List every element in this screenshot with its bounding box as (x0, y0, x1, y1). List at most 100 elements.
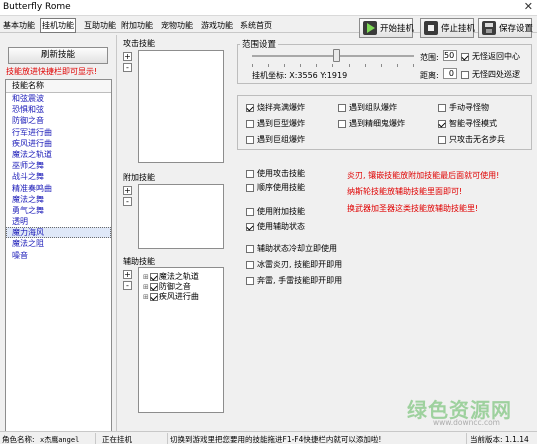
option-check[interactable]: 只攻击无名步兵 (438, 134, 505, 145)
skill-list-item[interactable]: 疾风进行曲 (6, 138, 111, 149)
distance-label: 距离: (420, 71, 439, 80)
skill-list-header: 技能名称 (6, 80, 111, 93)
save-settings-label: 保存设置 (499, 24, 534, 34)
attack-remove-button[interactable]: - (123, 63, 132, 72)
tab-basic[interactable]: 基本功能 (3, 20, 35, 31)
option-check[interactable]: 遇到巨型爆炸 (246, 118, 305, 129)
no-monster-patrol-check[interactable]: 无怪四处巡逻 (461, 69, 520, 80)
slider-tick (268, 64, 270, 67)
checkbox[interactable] (246, 119, 254, 128)
expand-icon[interactable]: ⊞ (143, 273, 149, 281)
checkbox[interactable] (149, 272, 158, 281)
skill-list-item[interactable]: 魔法之舞 (6, 194, 111, 205)
assist-skills-label: 辅助技能 (123, 257, 155, 266)
use-assist-state-label: 使用辅助状态 (257, 222, 305, 231)
skill-list-item[interactable]: 和弦震波 (6, 93, 111, 104)
option-check[interactable]: 智能寻怪模式 (438, 118, 497, 129)
use-assist-state-check[interactable]: 使用辅助状态 (246, 221, 305, 232)
checkbox[interactable] (338, 103, 346, 112)
range-value[interactable]: 50 (443, 50, 457, 61)
watermark: 绿色资源网 www.downcc.com (405, 392, 515, 432)
tab-home[interactable]: 系统首页 (240, 20, 272, 31)
slider-thumb[interactable] (332, 49, 340, 62)
extra-skills-list[interactable] (138, 184, 224, 249)
skill-list-item[interactable]: 巫师之舞 (6, 160, 111, 171)
checkbox[interactable] (246, 276, 254, 285)
assist-remove-button[interactable]: - (123, 281, 132, 290)
checkbox[interactable] (246, 222, 254, 231)
checkbox[interactable] (246, 183, 254, 192)
skill-list[interactable]: 技能名称 和弦震波 恐惧和弦 防御之音 行军进行曲 疾风进行曲 魔法之轨道 巫师之舞 战斗之舞… (5, 79, 112, 444)
checkbox[interactable] (246, 244, 254, 253)
skill-list-item[interactable]: 精准奏鸣曲 (6, 183, 111, 194)
slider-tick (348, 64, 350, 67)
skill-panel: 刷新技能 技能放进快捷栏即可显示! 技能名称 和弦震波 恐惧和弦 防御之音 行军进行曲… (0, 35, 118, 444)
tab-game[interactable]: 游戏功能 (201, 20, 233, 31)
skill-list-item[interactable]: 噪音 (6, 250, 111, 261)
checkbox[interactable] (246, 207, 254, 216)
extra-add-button[interactable]: + (123, 186, 132, 195)
skill-list-item[interactable]: 勇气之舞 (6, 205, 111, 216)
use-attack-skills-check[interactable]: 使用攻击技能 (246, 168, 305, 179)
extra-skills-label: 附加技能 (123, 173, 155, 182)
start-afk-button[interactable]: 开始挂机 (359, 18, 414, 38)
no-monster-return-check[interactable]: 无怪返回中心 (461, 51, 520, 62)
assist-add-button[interactable]: + (123, 270, 132, 279)
note-line-3: 换武器加圣器这类技能放辅助技能里! (347, 204, 479, 213)
attack-add-button[interactable]: + (123, 52, 132, 61)
option-label: 只攻击无名步兵 (449, 135, 505, 144)
order-use-skills-check[interactable]: 顺序使用技能 (246, 182, 305, 193)
checkbox[interactable] (461, 70, 469, 79)
skill-list-item[interactable]: 魔力海风 (6, 227, 111, 239)
checkbox[interactable] (246, 135, 254, 144)
option-check[interactable]: 手动寻怪物 (438, 102, 489, 113)
expand-icon[interactable]: ⊞ (143, 293, 149, 301)
checkbox[interactable] (246, 169, 254, 178)
afk-state: 正在挂机 (102, 435, 132, 444)
checkbox[interactable] (246, 103, 254, 112)
checkbox[interactable] (246, 260, 254, 269)
assist-skills-list[interactable]: ⊞ 魔法之轨道 ⊞ 防御之音 ⊞ 疾风进行曲 (138, 267, 224, 413)
skill-list-item[interactable]: 战斗之舞 (6, 171, 111, 182)
use-extra-skills-check[interactable]: 使用附加技能 (246, 206, 305, 217)
skill-list-item[interactable]: 魔法之阻 (6, 238, 111, 249)
option-check[interactable]: 烧拌亮满爆炸 (246, 102, 305, 113)
stop-afk-button[interactable]: 停止挂机 (420, 18, 475, 38)
distance-value[interactable]: 0 (443, 68, 457, 79)
checkbox[interactable] (438, 103, 446, 112)
checkbox[interactable] (149, 292, 158, 301)
checkbox[interactable] (461, 52, 469, 61)
checkbox[interactable] (338, 119, 346, 128)
assist-cooldown-check[interactable]: 辅助状态冷却立即使用 (246, 243, 337, 254)
save-settings-button[interactable]: 保存设置 (478, 18, 534, 38)
checkbox[interactable] (438, 135, 446, 144)
skill-list-item[interactable]: 防御之音 (6, 115, 111, 126)
afk-coords: 挂机坐标: X:3556 Y:1919 (252, 71, 348, 80)
option-check[interactable]: 遇到组队爆炸 (338, 102, 397, 113)
tab-afk[interactable]: 挂机功能 (40, 18, 76, 33)
extra-remove-button[interactable]: - (123, 197, 132, 206)
range-slider[interactable] (252, 49, 414, 62)
option-label: 手动寻怪物 (449, 103, 489, 112)
status-divider (466, 433, 467, 444)
hand-thunder-check[interactable]: 奔雷, 手雷技能即开即用 (246, 275, 342, 286)
assist-skill-item[interactable]: ⊞ 疾风进行曲 (143, 291, 199, 302)
skill-list-item[interactable]: 恐惧和弦 (6, 104, 111, 115)
option-check[interactable]: 遇到巨组爆炸 (246, 134, 305, 145)
tab-mutual[interactable]: 互助功能 (84, 20, 116, 31)
skill-list-item[interactable]: 魔法之轨道 (6, 149, 111, 160)
refresh-skills-button[interactable]: 刷新技能 (8, 47, 108, 64)
ice-thunder-check[interactable]: 冰雷炎刃, 技能即开即用 (246, 259, 342, 270)
skill-list-item[interactable]: 透明 (6, 216, 111, 227)
checkbox[interactable] (438, 119, 446, 128)
expand-icon[interactable]: ⊞ (143, 283, 149, 291)
stop-icon (424, 21, 438, 35)
slider-tick (396, 64, 398, 67)
close-icon[interactable]: ✕ (524, 0, 533, 13)
tab-extra[interactable]: 附加功能 (121, 20, 153, 31)
attack-skills-list[interactable] (138, 50, 224, 163)
skill-list-item[interactable]: 行军进行曲 (6, 127, 111, 138)
option-check[interactable]: 遇到精细鬼爆炸 (338, 118, 405, 129)
tab-pet[interactable]: 宠物功能 (161, 20, 193, 31)
checkbox[interactable] (149, 282, 158, 291)
